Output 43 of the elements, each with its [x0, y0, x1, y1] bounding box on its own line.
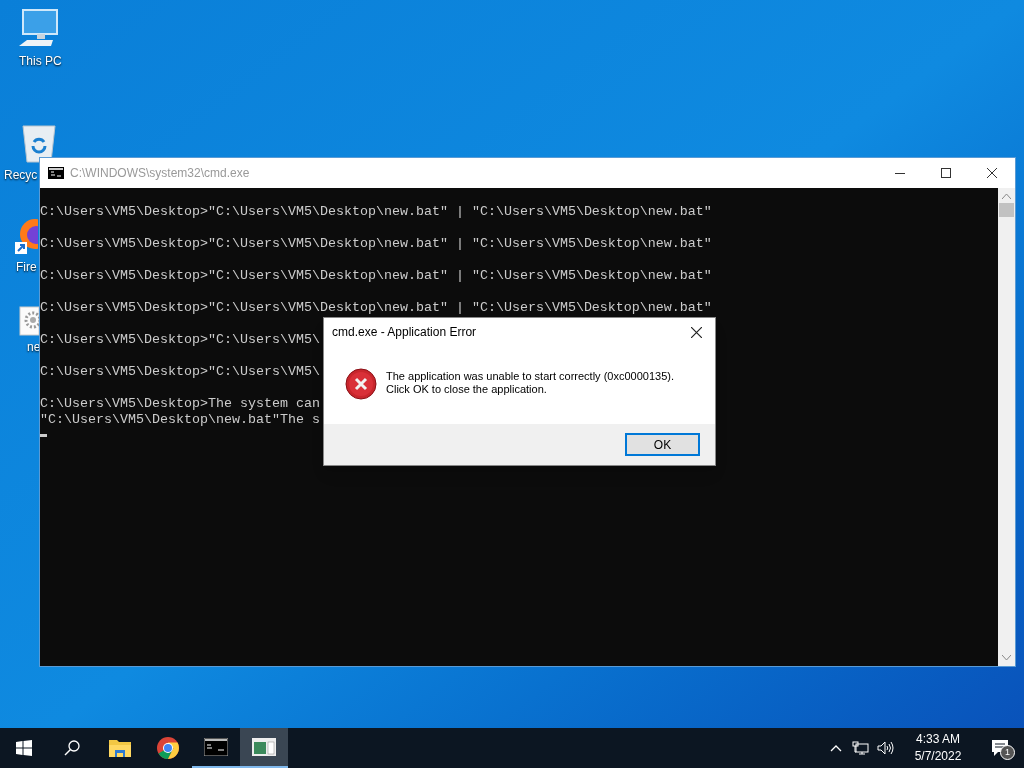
folder-icon — [109, 739, 131, 757]
scrollbar[interactable] — [998, 188, 1015, 666]
taskbar-window-app-button[interactable] — [240, 728, 288, 768]
time-text: 4:33 AM — [916, 731, 960, 748]
icon-label[interactable]: Recyc — [4, 166, 38, 184]
ok-button[interactable]: OK — [625, 433, 700, 456]
dialog-title: cmd.exe - Application Error — [332, 324, 477, 341]
close-icon — [987, 168, 997, 178]
chrome-icon — [157, 737, 179, 759]
icon-label[interactable]: This PC — [19, 52, 62, 70]
console-icon — [204, 738, 228, 756]
console-line: C:\Users\VM5\Desktop>"C:\Users\VM5\Desktop\new.bat" | "C:\Users\VM5\Desktop\new.bat" — [40, 268, 712, 284]
console-line: C:\Users\VM5\Desktop>"C:\Users\VM5\Desktop\new.bat" | "C:\Users\VM5\Desktop\new.bat" — [40, 204, 712, 220]
error-icon — [345, 368, 377, 400]
chevron-up-icon[interactable] — [830, 744, 842, 752]
error-message: Click OK to close the application. — [386, 383, 548, 396]
scroll-down-icon — [1002, 655, 1011, 660]
close-icon — [690, 326, 702, 338]
console-line: C:\Users\VM5\Desktop>"C:\Users\VM5\Desktop\new.bat" | "C:\Users\VM5\Desktop\new.bat" — [40, 300, 712, 316]
error-message: The application was unable to start correctly (0xc0000135). — [386, 370, 674, 383]
text-cursor — [40, 434, 47, 437]
notification-count: 1 — [1000, 745, 1015, 760]
console-line: "C:\Users\VM5\Desktop\new.bat"The s — [40, 412, 320, 428]
search-icon — [64, 740, 80, 756]
gear-file-icon — [19, 306, 39, 336]
console-line: C:\Users\VM5\Desktop>"C:\Users\VM5\ — [40, 332, 320, 348]
maximize-icon — [941, 168, 951, 178]
console-icon — [48, 167, 64, 179]
volume-icon[interactable] — [877, 741, 894, 755]
icon-label[interactable]: Fire — [16, 258, 37, 276]
console-line: C:\Users\VM5\Desktop>"C:\Users\VM5\ — [40, 364, 320, 380]
app-window-icon — [252, 738, 276, 756]
scroll-up-icon — [1002, 194, 1011, 199]
window-title: C:\WINDOWS\system32\cmd.exe — [70, 165, 250, 182]
clock[interactable]: 4:33 AM 5/7/2022 — [906, 731, 970, 765]
notification-button[interactable]: 1 — [976, 728, 1024, 768]
console-line: C:\Users\VM5\Desktop>The system can — [40, 396, 320, 412]
network-icon[interactable] — [852, 741, 869, 755]
scroll-thumb[interactable] — [999, 203, 1014, 217]
console-line: C:\Users\VM5\Desktop>"C:\Users\VM5\Desktop\new.bat" | "C:\Users\VM5\Desktop\new.bat" — [40, 236, 712, 252]
date-text: 5/7/2022 — [914, 748, 962, 765]
windows-logo-icon — [16, 740, 32, 756]
minimize-icon — [895, 172, 905, 174]
